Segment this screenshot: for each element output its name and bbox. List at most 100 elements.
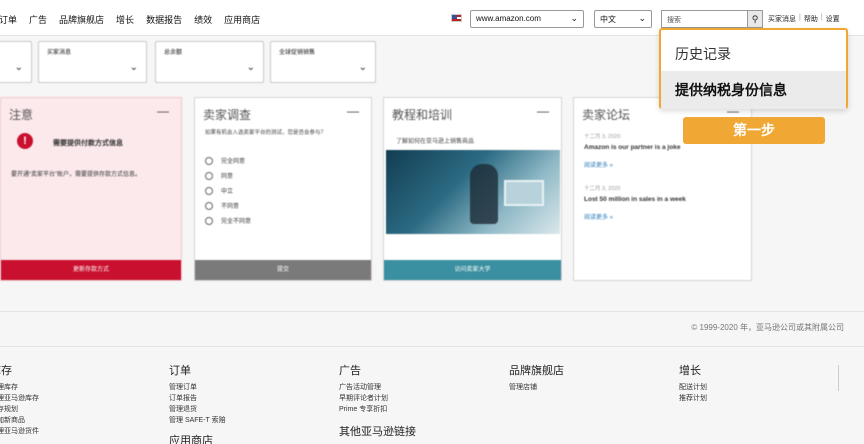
survey-option[interactable]: 不同意 (205, 201, 240, 211)
chevron-down-icon: ⌄ (246, 62, 255, 73)
nav-item-growth[interactable]: 增长 (116, 13, 134, 26)
footer-column-growth: 增长 配送计划 推荐计划 (679, 362, 707, 404)
widget-partial[interactable]: ⌄ (0, 41, 32, 83)
chevron-down-icon: ⌄ (358, 62, 367, 73)
footer-heading: 广告 (339, 365, 361, 377)
widget-label: 总余额 (164, 50, 183, 56)
read-more-link[interactable]: 阅读更多 » (584, 160, 744, 169)
chevron-down-icon: ⌄ (14, 62, 23, 73)
chevron-down-icon: ⌄ (638, 13, 646, 23)
education-image[interactable] (386, 150, 560, 234)
search-input[interactable]: 搜索 (661, 10, 747, 28)
person-figure (470, 164, 498, 224)
nav-item-ads[interactable]: 广告 (29, 13, 47, 26)
help-link[interactable]: 帮助 (804, 14, 818, 24)
footer-column-orders: 订单 管理订单 订单报告 管理退货 管理 SAFE-T 索赔 应用商店 (169, 362, 226, 444)
widget-label: 买家消息 (47, 50, 72, 56)
marketplace-select[interactable]: www.amazon.com ⌄ (470, 10, 584, 28)
survey-option[interactable]: 完全同意 (205, 156, 246, 166)
read-more-link[interactable]: 阅读更多 » (584, 212, 744, 221)
footer-link[interactable]: ... (0, 437, 39, 444)
divider (838, 365, 839, 391)
separator: | (799, 14, 801, 21)
buyer-messages-link[interactable]: 买家消息 (768, 14, 796, 24)
copyright-text: © 1999-2020 年，亚马逊公司或其附属公司 (691, 323, 844, 332)
step-badge: 第一步 (683, 117, 825, 144)
footer-link[interactable]: 管理店铺 (509, 382, 564, 393)
survey-option[interactable]: 中立 (205, 186, 233, 196)
option-label: 不同意 (221, 204, 240, 210)
alert-icon: ! (17, 133, 33, 149)
footer-link[interactable]: 配送计划 (679, 382, 707, 393)
footer-link[interactable]: Prime 专享折扣 (339, 404, 416, 415)
notice-heading: 需要提供付款方式信息 (53, 140, 123, 147)
widget-label: 全球促销销售 (279, 50, 316, 56)
option-label: 同意 (221, 174, 234, 180)
dropdown-item-tax-info[interactable]: 提供纳税身份信息 (661, 71, 846, 109)
footer-link[interactable]: 管理订单 (169, 382, 226, 393)
footer-link[interactable]: 管理亚马逊库存 (0, 393, 39, 404)
option-label: 完全同意 (221, 159, 246, 165)
footer-link[interactable]: 管理退货 (169, 404, 226, 415)
radio-icon (205, 172, 213, 181)
option-label: 完全不同意 (221, 219, 252, 225)
footer-column-ads: 广告 广告活动管理 早期评论者计划 Prime 专享折扣 其他亚马逊链接 (339, 362, 416, 443)
footer-link[interactable]: 管理亚马逊货件 (0, 426, 39, 437)
chevron-down-icon: ⌄ (570, 13, 578, 23)
footer-link[interactable]: 管理 SAFE-T 索赔 (169, 415, 226, 426)
settings-link[interactable]: 设置 (826, 14, 840, 24)
language-value: 中文 (600, 15, 616, 24)
nav-item-appstore[interactable]: 应用商店 (224, 13, 260, 26)
marketplace-value: www.amazon.com (476, 14, 541, 23)
update-payment-button[interactable]: 更新存款方式 (1, 260, 181, 280)
notice-body: 要开通“卖家平台”账户，需要提供存款方式信息。 (11, 172, 141, 178)
search-button[interactable]: ⚲ (747, 10, 763, 28)
seller-university-button[interactable]: 访问卖家大学 (384, 260, 561, 280)
footer-link[interactable]: 早期评论者计划 (339, 393, 416, 404)
footer-link[interactable]: 订单报告 (169, 393, 226, 404)
notice-card: 注意 — ! 需要提供付款方式信息 要开通“卖家平台”账户，需要提供存款方式信息… (0, 97, 182, 281)
card-menu-icon[interactable]: — (537, 104, 549, 118)
radio-icon (205, 202, 213, 211)
divider (0, 311, 864, 312)
submit-survey-button[interactable]: 提交 (195, 260, 371, 280)
dropdown-item-history[interactable]: 历史记录 (661, 35, 846, 73)
survey-description: 如果有机会入选卖家平台的测试，您是否会参与？ (205, 130, 327, 136)
footer-column-stores: 品牌旗舰店 管理店铺 (509, 362, 564, 393)
footer-heading: 其他亚马逊链接 (339, 426, 416, 438)
footer-link[interactable]: 广告活动管理 (339, 382, 416, 393)
footer-link[interactable]: 推荐计划 (679, 393, 707, 404)
nav-item-performance[interactable]: 绩效 (194, 13, 212, 26)
search-icon: ⚲ (751, 14, 759, 24)
main-menu: 订单 广告 品牌旗舰店 增长 数据报告 绩效 应用商店 (0, 13, 260, 26)
widget-buyer-messages[interactable]: 买家消息 ⌄ (38, 41, 147, 83)
top-links: 买家消息 | 帮助 | 设置 (768, 14, 840, 24)
card-menu-icon[interactable]: — (347, 104, 359, 118)
forum-post[interactable]: 十二月 3, 2020 Lost 50 million in sales in … (584, 184, 744, 221)
card-menu-icon[interactable]: — (157, 104, 169, 118)
survey-option[interactable]: 同意 (205, 171, 234, 181)
footer-heading: 库存 (0, 365, 12, 377)
survey-card: 卖家调查 — 如果有机会入选卖家平台的测试，您是否会参与？ 完全同意 同意 中立… (194, 97, 372, 281)
footer-link[interactable]: 添加新商品 (0, 415, 39, 426)
footer-link[interactable]: 管理库存 (0, 382, 39, 393)
nav-item-stores[interactable]: 品牌旗舰店 (59, 13, 104, 26)
education-card: 教程和培训 — 了解如何在亚马逊上销售商品 访问卖家大学 (383, 97, 562, 281)
widget-global-sales[interactable]: 全球促销销售 ⌄ (270, 41, 376, 83)
card-title: 教程和培训 (392, 108, 453, 122)
language-select[interactable]: 中文 ⌄ (594, 10, 652, 28)
footer-link[interactable]: 库存规划 (0, 404, 39, 415)
post-title[interactable]: Amazon is our partner is a joke (584, 144, 744, 151)
separator: | (820, 14, 823, 21)
card-title: 卖家论坛 (582, 108, 631, 122)
screen-figure (504, 180, 544, 206)
nav-item-orders[interactable]: 订单 (0, 13, 17, 26)
widget-total-balance[interactable]: 总余额 ⌄ (155, 41, 264, 83)
footer-heading: 订单 (169, 365, 191, 377)
survey-option[interactable]: 完全不同意 (205, 216, 252, 226)
radio-icon (205, 157, 213, 166)
nav-item-reports[interactable]: 数据报告 (146, 13, 182, 26)
card-title: 注意 (9, 108, 34, 122)
post-title[interactable]: Lost 50 million in sales in a week (584, 196, 744, 203)
post-date: 十二月 3, 2020 (584, 186, 621, 192)
